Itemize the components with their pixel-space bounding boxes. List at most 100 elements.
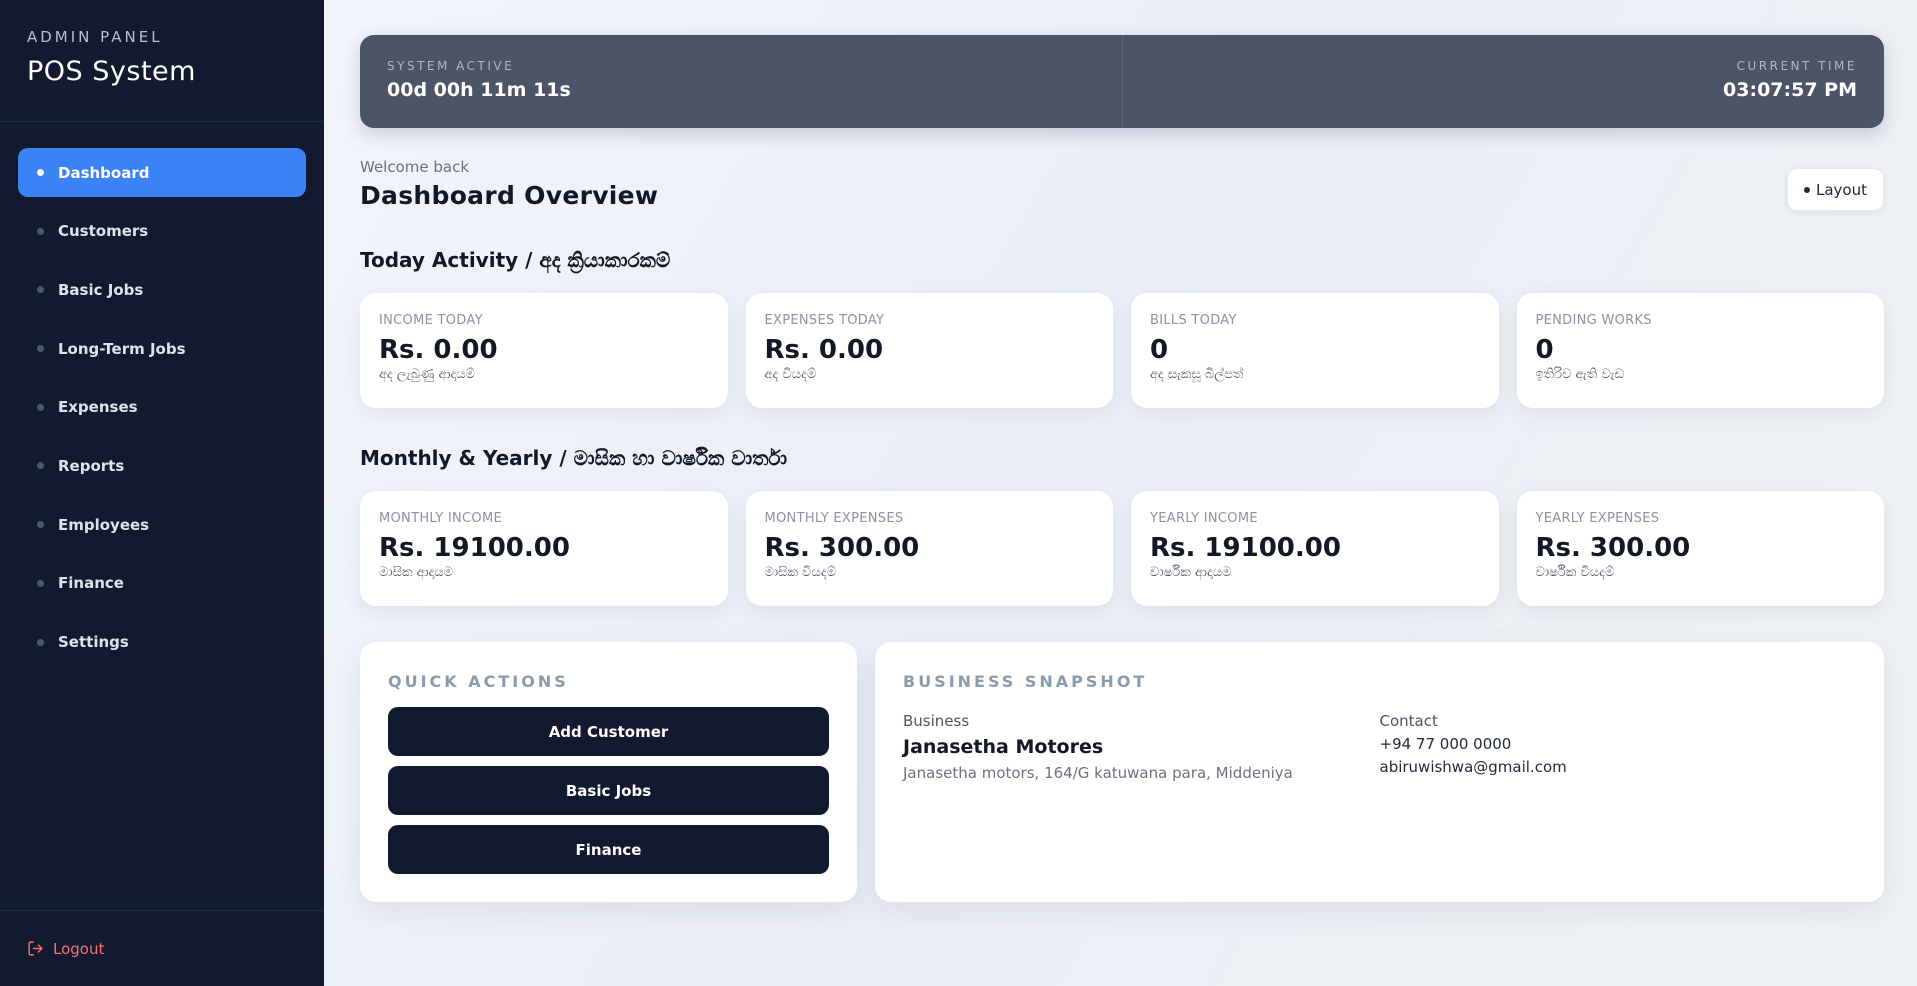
card-value: Rs. 300.00 [1535, 533, 1691, 563]
sidebar-item-reports[interactable]: Reports [18, 441, 306, 490]
card-subtitle: ඉතිරිව ඇති වැඩ [1535, 367, 1625, 382]
contact-label: Contact [1379, 712, 1438, 730]
card-value: 0 [1150, 335, 1169, 365]
bullet-icon [1804, 186, 1810, 193]
system-active-value: 00d 00h 11m 11s [387, 79, 571, 101]
sidebar-item-employees[interactable]: Employees [18, 500, 306, 549]
sidebar-item-dashboard[interactable]: Dashboard [18, 148, 306, 197]
card-value: Rs. 0.00 [379, 335, 498, 365]
bullet-icon [37, 227, 44, 235]
contact-info: Contact +94 77 000 0000 abiruwishwa@gmai… [1380, 712, 1857, 782]
main-content: SYSTEM ACTIVE 00d 00h 11m 11s CURRENT TI… [360, 0, 1884, 902]
finance-button[interactable]: Finance [388, 825, 829, 874]
card-subtitle: අද ලැබුණු ආදායම් [379, 367, 475, 382]
sidebar-item-basic-jobs[interactable]: Basic Jobs [18, 265, 306, 314]
status-bar: SYSTEM ACTIVE 00d 00h 11m 11s CURRENT TI… [360, 35, 1884, 128]
sidebar-item-label: Reports [58, 456, 125, 475]
bullet-icon [37, 462, 44, 470]
basic-jobs-button[interactable]: Basic Jobs [388, 766, 829, 815]
monthly-expenses-card: MONTHLY EXPENSES Rs. 300.00 මාසික වියදම් [745, 491, 1113, 606]
income-today-card: INCOME TODAY Rs. 0.00 අද ලැබුණු ආදායම් [360, 293, 728, 408]
card-label: EXPENSES TODAY [764, 313, 885, 328]
sidebar-item-label: Dashboard [58, 163, 150, 182]
bullet-icon [37, 403, 44, 411]
business-address: Janasetha motors, 164/G katuwana para, M… [903, 764, 1293, 782]
layout-button-label: Layout [1816, 180, 1867, 199]
monthly-income-card: MONTHLY INCOME Rs. 19100.00 මාසික ආදායම [360, 491, 728, 606]
sidebar-item-label: Long-Term Jobs [58, 339, 186, 358]
quick-actions-title: QUICK ACTIONS [388, 672, 569, 691]
card-label: INCOME TODAY [379, 313, 483, 328]
add-customer-button[interactable]: Add Customer [388, 707, 829, 756]
card-subtitle: වාර්ෂික ආදායම [1150, 565, 1232, 580]
sidebar: ADMIN PANEL POS System Dashboard Custome… [0, 0, 324, 986]
card-subtitle: අද වියදම් [764, 367, 817, 382]
brand: ADMIN PANEL POS System [0, 0, 324, 122]
sidebar-item-label: Expenses [58, 398, 138, 417]
sidebar-item-label: Basic Jobs [58, 280, 144, 299]
system-active-panel: SYSTEM ACTIVE 00d 00h 11m 11s [360, 35, 1123, 128]
business-label: Business [903, 712, 970, 730]
sidebar-item-label: Customers [58, 222, 149, 241]
brand-subtitle: ADMIN PANEL [27, 28, 163, 46]
contact-phone: +94 77 000 0000 [1379, 735, 1512, 753]
today-cards: INCOME TODAY Rs. 0.00 අද ලැබුණු ආදායම් E… [360, 293, 1884, 408]
page-title: Dashboard Overview [360, 181, 659, 210]
yearly-income-card: YEARLY INCOME Rs. 19100.00 වාර්ෂික ආදායම [1131, 491, 1499, 606]
business-snapshot-panel: BUSINESS SNAPSHOT Business Janasetha Mot… [875, 642, 1884, 902]
card-label: PENDING WORKS [1535, 313, 1652, 328]
current-time-panel: CURRENT TIME 03:07:57 PM [1123, 35, 1885, 128]
business-snapshot-title: BUSINESS SNAPSHOT [903, 672, 1148, 691]
sidebar-item-expenses[interactable]: Expenses [18, 383, 306, 432]
card-label: BILLS TODAY [1150, 313, 1237, 328]
card-value: Rs. 300.00 [764, 533, 920, 563]
page-header: Welcome back Dashboard Overview Layout [360, 158, 1884, 218]
card-value: 0 [1535, 335, 1554, 365]
pending-works-card: PENDING WORKS 0 ඉතිරිව ඇති වැඩ [1516, 293, 1884, 408]
sidebar-item-label: Finance [58, 574, 124, 593]
yearly-expenses-card: YEARLY EXPENSES Rs. 300.00 වාර්ෂික වියදම… [1516, 491, 1884, 606]
logout-icon [28, 941, 43, 956]
contact-email: abiruwishwa@gmail.com [1379, 758, 1567, 776]
card-subtitle: වාර්ෂික වියදම් [1535, 565, 1615, 580]
card-subtitle: මාසික ආදායම [379, 565, 454, 580]
card-subtitle: මාසික වියදම් [764, 565, 836, 580]
card-label: YEARLY EXPENSES [1535, 511, 1660, 526]
card-label: MONTHLY INCOME [379, 511, 502, 526]
today-activity-title: Today Activity / අද ක්‍රියාකාරකම් [360, 248, 671, 272]
bottom-panels: QUICK ACTIONS Add Customer Basic Jobs Fi… [360, 642, 1884, 902]
quick-actions-panel: QUICK ACTIONS Add Customer Basic Jobs Fi… [360, 642, 857, 902]
current-time-label: CURRENT TIME [1736, 59, 1857, 73]
sidebar-item-customers[interactable]: Customers [18, 207, 306, 256]
monthly-yearly-title: Monthly & Yearly / මාසික හා වාර්ෂික වාර්… [360, 446, 788, 470]
business-info: Business Janasetha Motores Janasetha mot… [903, 712, 1380, 782]
sidebar-item-long-term-jobs[interactable]: Long-Term Jobs [18, 324, 306, 373]
system-active-label: SYSTEM ACTIVE [387, 59, 515, 73]
business-name: Janasetha Motores [903, 736, 1104, 758]
card-label: YEARLY INCOME [1150, 511, 1258, 526]
bullet-icon [37, 286, 44, 294]
card-value: Rs. 19100.00 [379, 533, 570, 563]
current-time-value: 03:07:57 PM [1723, 79, 1857, 101]
bullet-icon [37, 345, 44, 353]
card-value: Rs. 0.00 [764, 335, 884, 365]
period-cards: MONTHLY INCOME Rs. 19100.00 මාසික ආදායම … [360, 491, 1884, 606]
bills-today-card: BILLS TODAY 0 අද සැකසූ බිල්පත් [1131, 293, 1499, 408]
sidebar-item-settings[interactable]: Settings [18, 618, 306, 667]
card-subtitle: අද සැකසූ බිල්පත් [1150, 367, 1244, 382]
bullet-icon [37, 169, 44, 176]
brand-title: POS System [27, 56, 196, 87]
logout-button[interactable]: Logout [27, 940, 104, 958]
sidebar-item-finance[interactable]: Finance [18, 559, 306, 608]
bullet-icon [37, 638, 44, 646]
expenses-today-card: EXPENSES TODAY Rs. 0.00 අද වියදම් [745, 293, 1113, 408]
snapshot-grid: Business Janasetha Motores Janasetha mot… [903, 712, 1856, 782]
bullet-icon [37, 521, 44, 529]
sidebar-footer: Logout [0, 910, 324, 986]
sidebar-item-label: Settings [58, 633, 129, 651]
card-label: MONTHLY EXPENSES [764, 511, 904, 526]
layout-button[interactable]: Layout [1787, 168, 1884, 211]
logout-label: Logout [53, 939, 105, 958]
bullet-icon [37, 579, 44, 587]
card-value: Rs. 19100.00 [1150, 533, 1341, 563]
